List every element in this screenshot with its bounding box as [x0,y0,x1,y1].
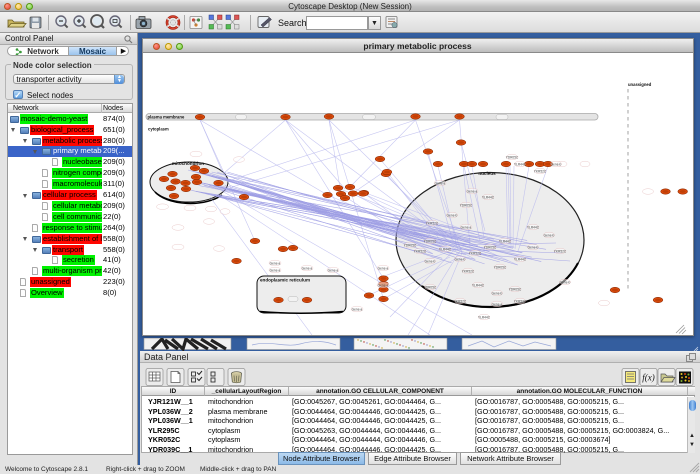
svg-text:YKR52C: YKR52C [461,269,474,273]
svg-text:YDR05C: YDR05C [459,203,472,207]
svg-text:Gene-b: Gene-b [559,280,570,284]
svg-text:Gene-a: Gene-a [434,181,445,185]
svg-text:Gene-a: Gene-a [327,268,338,272]
svg-text:YKR52C: YKR52C [553,249,566,253]
svg-text:YLR44C: YLR44C [513,257,526,261]
svg-text:YDR05C: YDR05C [403,243,416,247]
svg-text:YKR52C: YKR52C [425,221,438,225]
svg-text:Gene-a: Gene-a [491,302,502,306]
svg-text:Gene-a: Gene-a [460,225,471,229]
svg-text:cytoplasm: cytoplasm [148,126,169,131]
svg-text:plasma membrane: plasma membrane [147,114,184,119]
svg-text:f(x): f(x) [642,373,655,383]
svg-text:YKR52C: YKR52C [453,299,466,303]
svg-text:nucleus: nucleus [478,171,496,176]
svg-text:Gene-b: Gene-b [527,245,538,249]
svg-text:Gene-b: Gene-b [543,233,554,237]
svg-text:Gene-b: Gene-b [446,213,457,217]
svg-text:Gene-a: Gene-a [377,266,388,270]
svg-text:YLR44C: YLR44C [477,315,490,319]
svg-text:Gene-a: Gene-a [269,261,280,265]
svg-text:YLR44C: YLR44C [498,239,511,243]
svg-text:Gene-a: Gene-a [351,307,362,311]
svg-text:YKR52C: YKR52C [533,169,546,173]
svg-text:YDR05C: YDR05C [423,239,436,243]
svg-text:Gene-a: Gene-a [269,268,280,272]
svg-text:Gene-b: Gene-b [454,257,465,261]
svg-text:Gene-b: Gene-b [491,291,502,295]
svg-text:YDR05C: YDR05C [493,265,506,269]
svg-text:endoplasmic reticulum: endoplasmic reticulum [260,277,310,282]
svg-text:YDR05C: YDR05C [505,155,518,159]
svg-text:Gene-a: Gene-a [301,266,312,270]
svg-text:unassigned: unassigned [628,82,652,87]
svg-text:YLR44C: YLR44C [513,162,526,166]
svg-text:Gene-b: Gene-b [550,162,561,166]
svg-text:YDR05C: YDR05C [423,285,436,289]
svg-text:Gene-a: Gene-a [466,189,477,193]
svg-text:Gene-b: Gene-b [424,259,435,263]
svg-text:mitochondrion: mitochondrion [171,161,203,166]
svg-text:YDR05C: YDR05C [508,287,521,291]
svg-text:YLR44C: YLR44C [438,247,451,251]
svg-text:Gene-a: Gene-a [377,283,388,287]
svg-text:YKR52C: YKR52C [468,251,481,255]
svg-text:YLR44C: YLR44C [471,283,484,287]
svg-text:YLR44C: YLR44C [481,195,494,199]
svg-text:YKR52C: YKR52C [413,249,426,253]
svg-text:YLR44C: YLR44C [526,225,539,229]
svg-text:YDR05C: YDR05C [483,245,496,249]
svg-text:YKR52C: YKR52C [513,299,526,303]
